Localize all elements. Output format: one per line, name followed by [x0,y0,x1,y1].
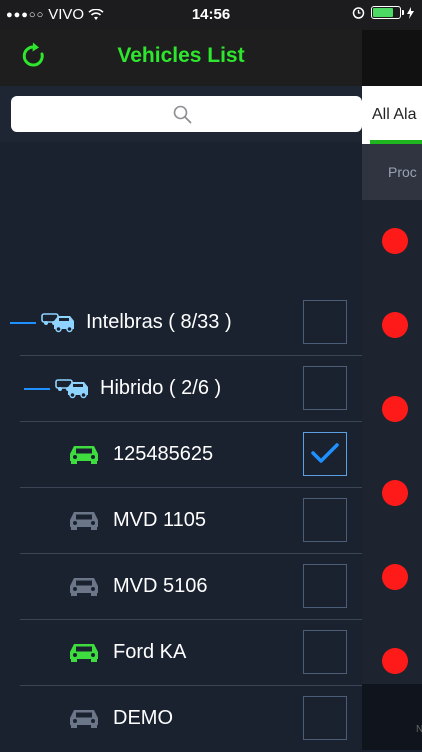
search-field[interactable] [11,96,366,134]
select-checkbox[interactable] [303,432,347,476]
car-icon [70,644,98,662]
tree-row-label: Intelbras ( 8/33 ) [86,311,232,333]
tree-row-vehicle[interactable]: 125485625 [0,422,362,488]
search-bar [0,86,366,142]
tree-row-vehicle[interactable]: MVD 5106 [0,554,362,620]
tree-expand-line[interactable] [24,388,50,390]
battery-icon [371,6,404,19]
page-title: Vehicles List [117,44,245,67]
footer-label: N [416,724,422,735]
tree-row-label: 125485625 [113,443,214,465]
alarms-column-header: Proc [362,144,422,200]
vehicle-tree-list: Intelbras ( 8/33 ) Hibrido ( 2/6 ) 12548… [0,142,362,750]
select-checkbox[interactable] [303,696,347,740]
alarm-status-dot[interactable] [382,396,408,422]
car-icon [70,578,98,596]
alarm-status-dot[interactable] [382,564,408,590]
select-checkbox[interactable] [303,300,347,344]
tree-row-label: MVD 1105 [113,509,207,531]
charging-bolt-icon [407,6,414,19]
car-icon [70,512,98,530]
tree-row-vehicle[interactable]: Ford KA [0,620,362,686]
alarm-status-dot[interactable] [382,648,408,674]
alarm-status-dot[interactable] [382,312,408,338]
alarm-status-dot[interactable] [382,228,408,254]
tree-row-label: Hibrido ( 2/6 ) [100,377,222,399]
alarm-status-dot[interactable] [382,480,408,506]
alarms-rows [362,200,422,684]
column-header-label: Proc [388,164,417,180]
tree-row-group[interactable]: Intelbras ( 8/33 ) [0,290,362,356]
select-checkbox[interactable] [303,564,347,608]
tree-row-vehicle[interactable]: DEMO [0,686,362,752]
tree-row-group[interactable]: Hibrido ( 2/6 ) [0,356,362,422]
tree-row-vehicle[interactable]: MVD 1105 [0,488,362,554]
vehicles-group-icon [55,379,88,399]
alarms-panel: All Ala Proc N [362,30,422,750]
car-icon [70,710,98,728]
tree-row-label: MVD 5106 [113,575,208,597]
status-right [352,6,414,19]
select-checkbox[interactable] [303,498,347,542]
status-bar: ●●●○○ VIVO 14:56 [0,0,422,30]
tree-row-label: Ford KA [113,641,187,663]
select-checkbox[interactable] [303,630,347,674]
tree-expand-line[interactable] [10,322,36,324]
checkmark-icon [311,443,339,463]
tree-row-label: DEMO [113,707,173,729]
alarms-tabs: All Ala [362,86,422,144]
alarms-topbar [362,30,422,86]
tab-all-alarms[interactable]: All Ala [372,106,416,124]
alarm-clock-icon [352,7,365,19]
nav-header: Vehicles List [0,30,362,86]
alarms-footer: N [362,684,422,750]
car-icon [70,446,98,464]
search-icon [173,105,192,124]
vehicles-group-icon [41,313,74,333]
select-checkbox[interactable] [303,366,347,410]
